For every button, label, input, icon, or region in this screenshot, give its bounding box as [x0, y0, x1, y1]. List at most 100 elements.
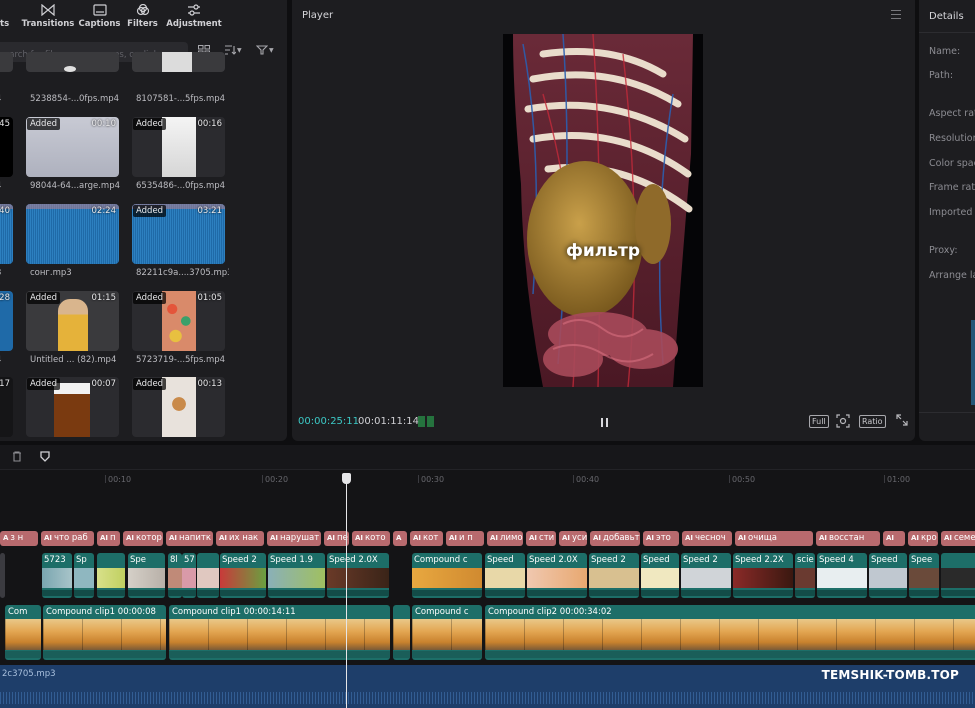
text-clip[interactable]: AI чесноч: [682, 531, 732, 546]
ruler-label: 00:50: [732, 475, 756, 484]
tab-adjustment[interactable]: Adjustment: [164, 0, 224, 35]
text-clip[interactable]: AI восстан: [816, 531, 880, 546]
overlay-clip[interactable]: [941, 553, 975, 598]
overlay-clip[interactable]: scie: [795, 553, 815, 598]
text-clip[interactable]: AI лимо: [487, 531, 523, 546]
overlay-clip[interactable]: Speed 2.2X: [733, 553, 793, 598]
player-panel: Player фильтр 00:00:25:11 00:01:11:14 Fu…: [292, 0, 915, 441]
main-clip[interactable]: [393, 605, 410, 660]
detail-label: Arrange la: [929, 270, 975, 281]
media-thumb[interactable]: Added 00:07: [26, 377, 119, 437]
playhead-handle[interactable]: [342, 473, 351, 484]
media-thumb[interactable]: Added 00:10: [26, 117, 119, 177]
tab-label: Filters: [127, 19, 158, 29]
overlay-clip[interactable]: Speed 2.0X: [327, 553, 389, 598]
media-thumb-partial[interactable]: 17: [0, 377, 13, 437]
overlay-clip[interactable]: Speed 2: [220, 553, 266, 598]
text-clip[interactable]: AI котор: [123, 531, 163, 546]
media-thumb[interactable]: [26, 52, 119, 72]
overlay-clip[interactable]: Compound c: [412, 553, 482, 598]
overlay-clip[interactable]: 5723: [42, 553, 72, 598]
tab-transitions[interactable]: Transitions: [18, 0, 78, 35]
text-clip[interactable]: AI это: [643, 531, 679, 546]
overlay-clip[interactable]: Speed 1.9: [268, 553, 325, 598]
main-clip[interactable]: Compound clip1 00:00:08: [43, 605, 166, 660]
overlay-clip[interactable]: Speed: [485, 553, 525, 598]
media-filename: 82211c9a....3705.mp3: [136, 268, 229, 278]
text-clip[interactable]: AI что раб: [41, 531, 94, 546]
main-clip[interactable]: Com: [5, 605, 41, 660]
text-clip[interactable]: AI добавьт: [590, 531, 640, 546]
detail-label: Frame rat: [929, 182, 975, 193]
overlay-clip[interactable]: Sp: [74, 553, 94, 598]
marker-icon[interactable]: [40, 451, 50, 465]
media-thumb-partial[interactable]: 45: [0, 117, 13, 177]
media-thumb[interactable]: 02:24: [26, 204, 119, 264]
text-clip[interactable]: AI напитк: [166, 531, 213, 546]
crop-screen-icon[interactable]: [836, 414, 850, 431]
media-thumb[interactable]: Added 00:16: [132, 117, 225, 177]
details-title: Details: [929, 11, 964, 22]
overlay-clip[interactable]: Speed: [641, 553, 679, 598]
text-clip[interactable]: AI: [883, 531, 905, 546]
added-badge: Added: [133, 118, 167, 130]
ruler-label: 00:40: [576, 475, 600, 484]
text-clip[interactable]: AI кото: [352, 531, 390, 546]
text-clip[interactable]: AI и п: [446, 531, 484, 546]
media-thumb-partial[interactable]: [0, 52, 13, 72]
overlay-clip[interactable]: 57: [182, 553, 196, 598]
tab-media[interactable]: ts: [0, 0, 18, 35]
overlay-clip[interactable]: [97, 553, 125, 598]
text-clip[interactable]: AI кот: [410, 531, 443, 546]
overlay-clip[interactable]: Speed: [869, 553, 907, 598]
tab-filters[interactable]: Filters: [121, 0, 164, 35]
media-thumb[interactable]: Added 01:05: [132, 291, 225, 351]
overlay-clip[interactable]: 8l: [168, 553, 182, 598]
overlay-clip[interactable]: [197, 553, 219, 598]
pause-button[interactable]: [598, 416, 610, 428]
text-clip[interactable]: AI очища: [735, 531, 813, 546]
media-thumb[interactable]: Added 01:15: [26, 291, 119, 351]
detail-label: Name:: [929, 46, 961, 57]
text-clip[interactable]: Aз н: [0, 531, 38, 546]
overlay-clip[interactable]: Speed 2.0X: [527, 553, 587, 598]
ratio-button[interactable]: Ratio: [859, 415, 886, 428]
added-badge: Added: [27, 378, 61, 390]
playhead[interactable]: [346, 473, 347, 708]
media-panel: ts Transitions Captions Filters Adjustme…: [0, 0, 287, 441]
main-clip[interactable]: Compound c: [412, 605, 482, 660]
media-thumb[interactable]: Added 03:21: [132, 204, 225, 264]
delete-icon[interactable]: [12, 451, 22, 465]
text-clip[interactable]: AI уси: [559, 531, 587, 546]
text-clip[interactable]: AI их нак: [216, 531, 264, 546]
overlay-clip[interactable]: [0, 553, 5, 598]
text-clip[interactable]: AI кро: [908, 531, 938, 546]
text-clip[interactable]: AI нарушат: [267, 531, 321, 546]
timeline-ruler[interactable]: 00:10 00:20 00:30 00:40 00:50 01:00: [0, 471, 975, 487]
main-clip[interactable]: Compound clip2 00:00:34:02: [485, 605, 975, 660]
text-clip[interactable]: AI семе: [941, 531, 975, 546]
video-preview[interactable]: фильтр: [503, 34, 703, 387]
media-thumb[interactable]: Added 00:13: [132, 377, 225, 437]
media-duration: 17: [0, 379, 10, 389]
tab-captions[interactable]: Captions: [78, 0, 121, 35]
overlay-clip[interactable]: Spee: [909, 553, 939, 598]
filter-icon[interactable]: ▼: [256, 45, 274, 55]
overlay-clip[interactable]: Speed 4: [817, 553, 867, 598]
overlay-clip[interactable]: Spe: [128, 553, 165, 598]
overlay-clip[interactable]: Speed 2: [589, 553, 639, 598]
fullscreen-icon[interactable]: [896, 414, 908, 429]
media-tabs: ts Transitions Captions Filters Adjustme…: [0, 0, 287, 35]
media-thumb-partial[interactable]: 40: [0, 204, 13, 264]
text-clip[interactable]: AI п: [97, 531, 120, 546]
video-caption: фильтр: [565, 241, 640, 261]
sort-icon[interactable]: ▼: [224, 45, 242, 55]
text-clip[interactable]: A: [393, 531, 407, 546]
media-thumb[interactable]: [132, 52, 225, 72]
main-clip[interactable]: Compound clip1 00:00:14:11: [169, 605, 390, 660]
full-button[interactable]: Full: [809, 415, 829, 428]
menu-icon[interactable]: [891, 10, 901, 19]
text-clip[interactable]: AI сти: [526, 531, 556, 546]
media-thumb-partial[interactable]: 28: [0, 291, 13, 351]
overlay-clip[interactable]: Speed 2: [681, 553, 731, 598]
